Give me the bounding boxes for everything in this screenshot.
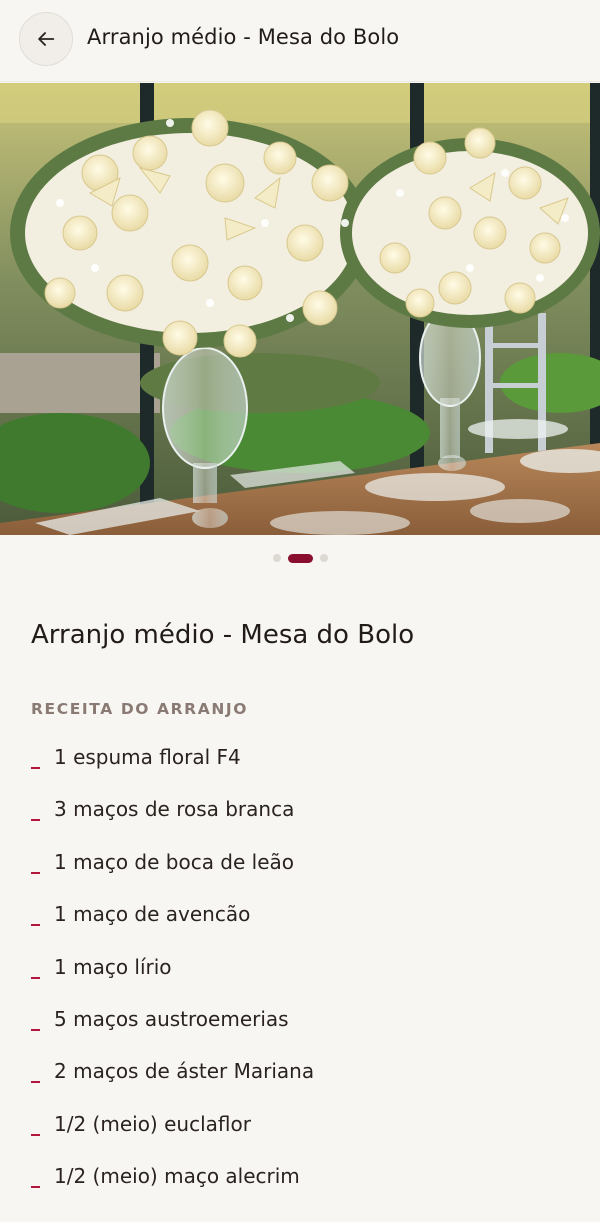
list-item: 1 maço de avencão <box>31 898 591 950</box>
ingredient-list: 1 espuma floral F4 3 maços de rosa branc… <box>31 741 591 1213</box>
ingredient-text: 5 maços austroemerias <box>54 1006 289 1031</box>
bullet-dash-icon <box>31 1186 40 1189</box>
header-title: Arranjo médio - Mesa do Bolo <box>87 25 400 49</box>
list-item: 1 maço de boca de leão <box>31 846 591 898</box>
list-item: 1 maço lírio <box>31 951 591 1003</box>
bullet-dash-icon <box>31 924 40 927</box>
list-item: 1/2 (meio) maço alecrim <box>31 1160 591 1212</box>
bullet-dash-icon <box>31 819 40 822</box>
back-button[interactable] <box>19 12 73 66</box>
bullet-dash-icon <box>31 1133 40 1136</box>
ingredient-text: 1 maço lírio <box>54 954 172 979</box>
carousel-dot-active[interactable] <box>287 553 313 563</box>
section-label-recipe: RECEITA DO ARRANJO <box>31 700 249 718</box>
ingredient-text: 1/2 (meio) maço alecrim <box>54 1164 300 1189</box>
list-item: 1/2 (meio) euclaflor <box>31 1108 591 1160</box>
bullet-dash-icon <box>31 1081 40 1084</box>
list-item: 2 maços de áster Mariana <box>31 1055 591 1107</box>
list-item: 3 maços de rosa branca <box>31 793 591 845</box>
list-item: 1 espuma floral F4 <box>31 741 591 793</box>
page-title: Arranjo médio - Mesa do Bolo <box>31 620 415 650</box>
ingredient-text: 3 maços de rosa branca <box>54 797 295 822</box>
flower-arrangement-illustration <box>0 83 600 535</box>
ingredient-text: 1/2 (meio) euclaflor <box>54 1111 251 1136</box>
carousel-indicator <box>0 552 600 564</box>
bullet-dash-icon <box>31 1028 40 1031</box>
bullet-dash-icon <box>31 767 40 769</box>
arrow-left-icon <box>38 32 55 46</box>
bullet-dash-icon <box>31 976 40 979</box>
top-app-bar: Arranjo médio - Mesa do Bolo <box>0 0 600 82</box>
ingredient-text: 1 espuma floral F4 <box>54 745 241 769</box>
bullet-dash-icon <box>31 871 40 874</box>
ingredient-text: 1 maço de avencão <box>54 902 251 927</box>
ingredient-text: 1 maço de boca de leão <box>54 849 295 874</box>
arrangement-photo[interactable] <box>0 83 600 535</box>
carousel-dot[interactable] <box>319 554 328 562</box>
ingredient-text: 2 maços de áster Mariana <box>54 1059 315 1084</box>
list-item: 5 maços austroemerias <box>31 1003 591 1055</box>
carousel-dot[interactable] <box>272 554 281 562</box>
